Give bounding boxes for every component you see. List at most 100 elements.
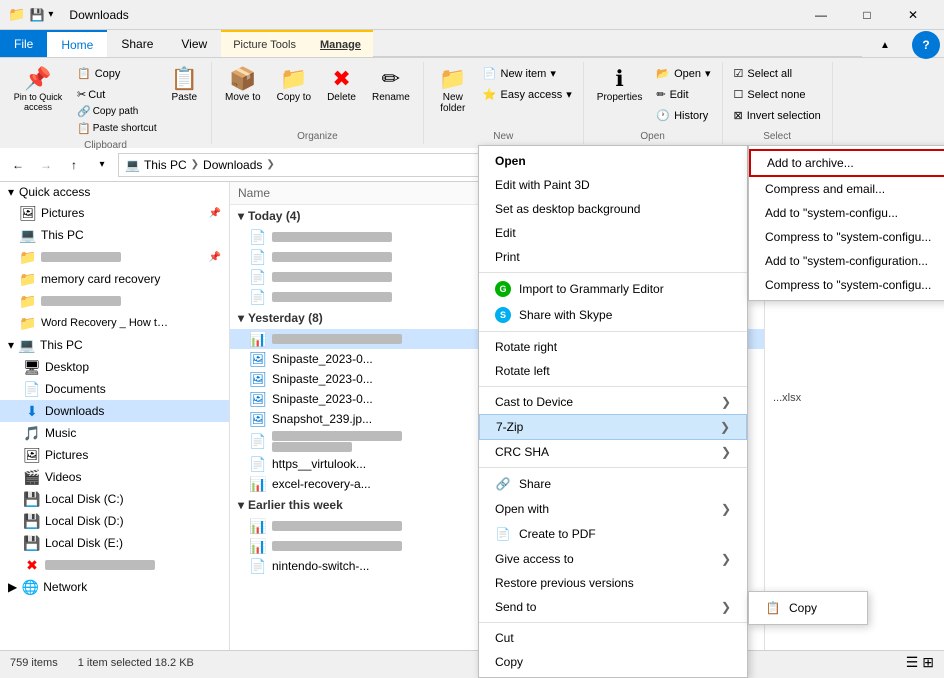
close-button[interactable]: ✕	[890, 0, 936, 30]
ctx-import-grammarly-label: Import to Grammarly Editor	[519, 282, 664, 296]
up-button[interactable]: ↑	[62, 153, 86, 177]
ctx-share[interactable]: 🔗 Share	[479, 471, 747, 497]
ctx-share-skype[interactable]: S Share with Skype	[479, 302, 747, 328]
copy-to-button[interactable]: 📁 Copy to	[270, 64, 318, 107]
ctx-give-access[interactable]: Give access to ❯	[479, 547, 747, 571]
ctx-print[interactable]: Print	[479, 245, 747, 269]
submenu-compress-sysconfig[interactable]: Compress to "system-configu...	[749, 225, 944, 249]
ctx-set-desktop[interactable]: Set as desktop background	[479, 197, 747, 221]
delete-button[interactable]: ✖ Delete	[320, 64, 363, 107]
ctx-cast-device[interactable]: Cast to Device ❯	[479, 390, 747, 414]
tiles-view-btn[interactable]: ⊞	[922, 654, 934, 671]
sendto-copy-icon: 📋	[765, 600, 781, 616]
tab-picture-tools[interactable]: Picture Tools	[221, 30, 308, 57]
sidebar-item-blurred2[interactable]: 📁	[0, 290, 229, 312]
open-icon: 📂	[656, 67, 670, 80]
paste-button[interactable]: ✂ Cut 🔗 Copy path 📋 Paste shortcut	[72, 85, 162, 138]
open-btn[interactable]: 📂 Open ▾	[651, 64, 715, 83]
ctx-give-access-arrow: ❯	[721, 552, 731, 566]
back-button[interactable]: ←	[6, 153, 30, 177]
sidebar-item-documents[interactable]: 📄 Documents	[0, 378, 229, 400]
sidebar: ▾ Quick access 🖼 Pictures 📌 💻 This PC 📁 …	[0, 182, 230, 650]
invert-selection-button[interactable]: ⊠ Invert selection	[729, 106, 826, 125]
ctx-create-pdf[interactable]: 📄 Create to PDF	[479, 521, 747, 547]
ctx-open-with[interactable]: Open with ❯	[479, 497, 747, 521]
copy-to-icon: 📁	[280, 68, 307, 90]
ctx-rotate-right-label: Rotate right	[495, 340, 557, 354]
title-bar-arrow[interactable]: ▾	[48, 9, 53, 20]
file-name-nintendo: nintendo-switch-...	[272, 559, 369, 573]
ctx-cast-arrow: ❯	[721, 395, 731, 409]
submenu-compress-sysconfig2[interactable]: Compress to "system-configu...	[749, 273, 944, 297]
ctx-rotate-right[interactable]: Rotate right	[479, 335, 747, 359]
sidebar-item-blurred1[interactable]: 📁 📌	[0, 246, 229, 268]
ctx-open[interactable]: Open	[479, 149, 747, 173]
ctx-edit-paint3d[interactable]: Edit with Paint 3D	[479, 173, 747, 197]
ctx-copy[interactable]: Copy	[479, 650, 747, 674]
new-folder-button[interactable]: 📁 Newfolder	[430, 64, 476, 118]
ctx-restore-versions[interactable]: Restore previous versions	[479, 571, 747, 595]
tab-home[interactable]: Home	[47, 30, 107, 57]
ctx-cut-label: Cut	[495, 631, 514, 645]
tab-share[interactable]: Share	[107, 30, 167, 57]
ctx-cut[interactable]: Cut	[479, 626, 747, 650]
maximize-button[interactable]: □	[844, 0, 890, 30]
status-bar: 759 items 1 item selected 18.2 KB ☰ ⊞	[0, 650, 944, 674]
submenu-add-sysconfigation[interactable]: Add to "system-configuration...	[749, 249, 944, 273]
ctx-crc-sha[interactable]: CRC SHA ❯	[479, 440, 747, 464]
paste-big-button[interactable]: 📋 Paste	[164, 64, 205, 107]
sidebar-item-pictures2[interactable]: 🖼 Pictures	[0, 444, 229, 466]
ctx-7zip[interactable]: 7-Zip ❯	[479, 414, 747, 440]
details-view-btn[interactable]: ☰	[906, 654, 919, 671]
sidebar-item-pictures[interactable]: 🖼 Pictures 📌	[0, 202, 229, 224]
ctx-import-grammarly[interactable]: G Import to Grammarly Editor	[479, 276, 747, 302]
music-icon: 🎵	[24, 425, 40, 441]
sendto-copy[interactable]: 📋 Copy	[749, 595, 867, 621]
properties-button[interactable]: ℹ Properties	[590, 64, 650, 107]
recent-locations-button[interactable]: ▾	[90, 153, 114, 177]
sidebar-section-thispc[interactable]: ▾ 💻 This PC	[0, 334, 229, 356]
sidebar-item-quick-access[interactable]: ▾ Quick access	[0, 182, 229, 202]
select-none-button[interactable]: ☐ Select none	[729, 85, 811, 104]
sidebar-item-network[interactable]: ▶ 🌐 Network	[0, 576, 229, 598]
tab-manage[interactable]: Manage	[308, 30, 373, 57]
submenu-add-archive[interactable]: Add to archive...	[749, 149, 944, 177]
submenu-add-sysconfig1[interactable]: Add to "system-configu...	[749, 201, 944, 225]
ctx-edit-paint3d-label: Edit with Paint 3D	[495, 178, 590, 192]
sidebar-item-drive-c[interactable]: 💾 Local Disk (C:)	[0, 488, 229, 510]
help-button[interactable]: ?	[912, 31, 940, 59]
sidebar-item-downloads[interactable]: ⬇ Downloads	[0, 400, 229, 422]
ctx-send-to[interactable]: Send to ❯	[479, 595, 747, 619]
rename-button[interactable]: ✏ Rename	[365, 64, 417, 107]
sidebar-item-drive-e[interactable]: 💾 Local Disk (E:)	[0, 532, 229, 554]
sidebar-item-word-recovery[interactable]: 📁 Word Recovery _ How to Recover Unsaved…	[0, 312, 229, 334]
sidebar-item-videos[interactable]: 🎬 Videos	[0, 466, 229, 488]
memory-card-icon: 📁	[20, 271, 36, 287]
pin-quick-access-button[interactable]: 📌 Pin to Quick access	[6, 64, 70, 116]
tab-file[interactable]: File	[0, 30, 47, 57]
easy-access-button[interactable]: ⭐ Easy access ▾	[478, 85, 577, 104]
minimize-button[interactable]: —	[798, 0, 844, 30]
move-to-button[interactable]: 📦 Move to	[218, 64, 268, 107]
tab-view[interactable]: View	[167, 30, 221, 57]
sidebar-label-drive-c: Local Disk (C:)	[45, 492, 124, 506]
ctx-rotate-left[interactable]: Rotate left	[479, 359, 747, 383]
edit-btn[interactable]: ✏ Edit	[651, 85, 715, 104]
file-icon-recoverit: 📄	[250, 434, 266, 450]
select-all-button[interactable]: ☑ Select all	[729, 64, 798, 83]
sidebar-item-blurred-drive[interactable]: ✖	[0, 554, 229, 576]
ctx-edit[interactable]: Edit	[479, 221, 747, 245]
sidebar-item-music[interactable]: 🎵 Music	[0, 422, 229, 444]
new-item-button[interactable]: 📄 New item ▾	[478, 64, 577, 83]
sidebar-item-memory-card[interactable]: 📁 memory card recovery	[0, 268, 229, 290]
sidebar-item-desktop[interactable]: 🖥 Desktop	[0, 356, 229, 378]
new-item-icon: 📄	[483, 67, 497, 80]
history-btn[interactable]: 🕐 History	[651, 106, 715, 125]
forward-button[interactable]: →	[34, 153, 58, 177]
ribbon-collapse-btn[interactable]: ▲	[862, 30, 908, 60]
sidebar-item-thispc[interactable]: 💻 This PC	[0, 224, 229, 246]
sidebar-item-drive-d[interactable]: 💾 Local Disk (D:)	[0, 510, 229, 532]
quick-access-save[interactable]: 💾	[29, 8, 44, 22]
submenu-compress-email[interactable]: Compress and email...	[749, 177, 944, 201]
copy-button[interactable]: 📋 Copy	[72, 64, 162, 83]
